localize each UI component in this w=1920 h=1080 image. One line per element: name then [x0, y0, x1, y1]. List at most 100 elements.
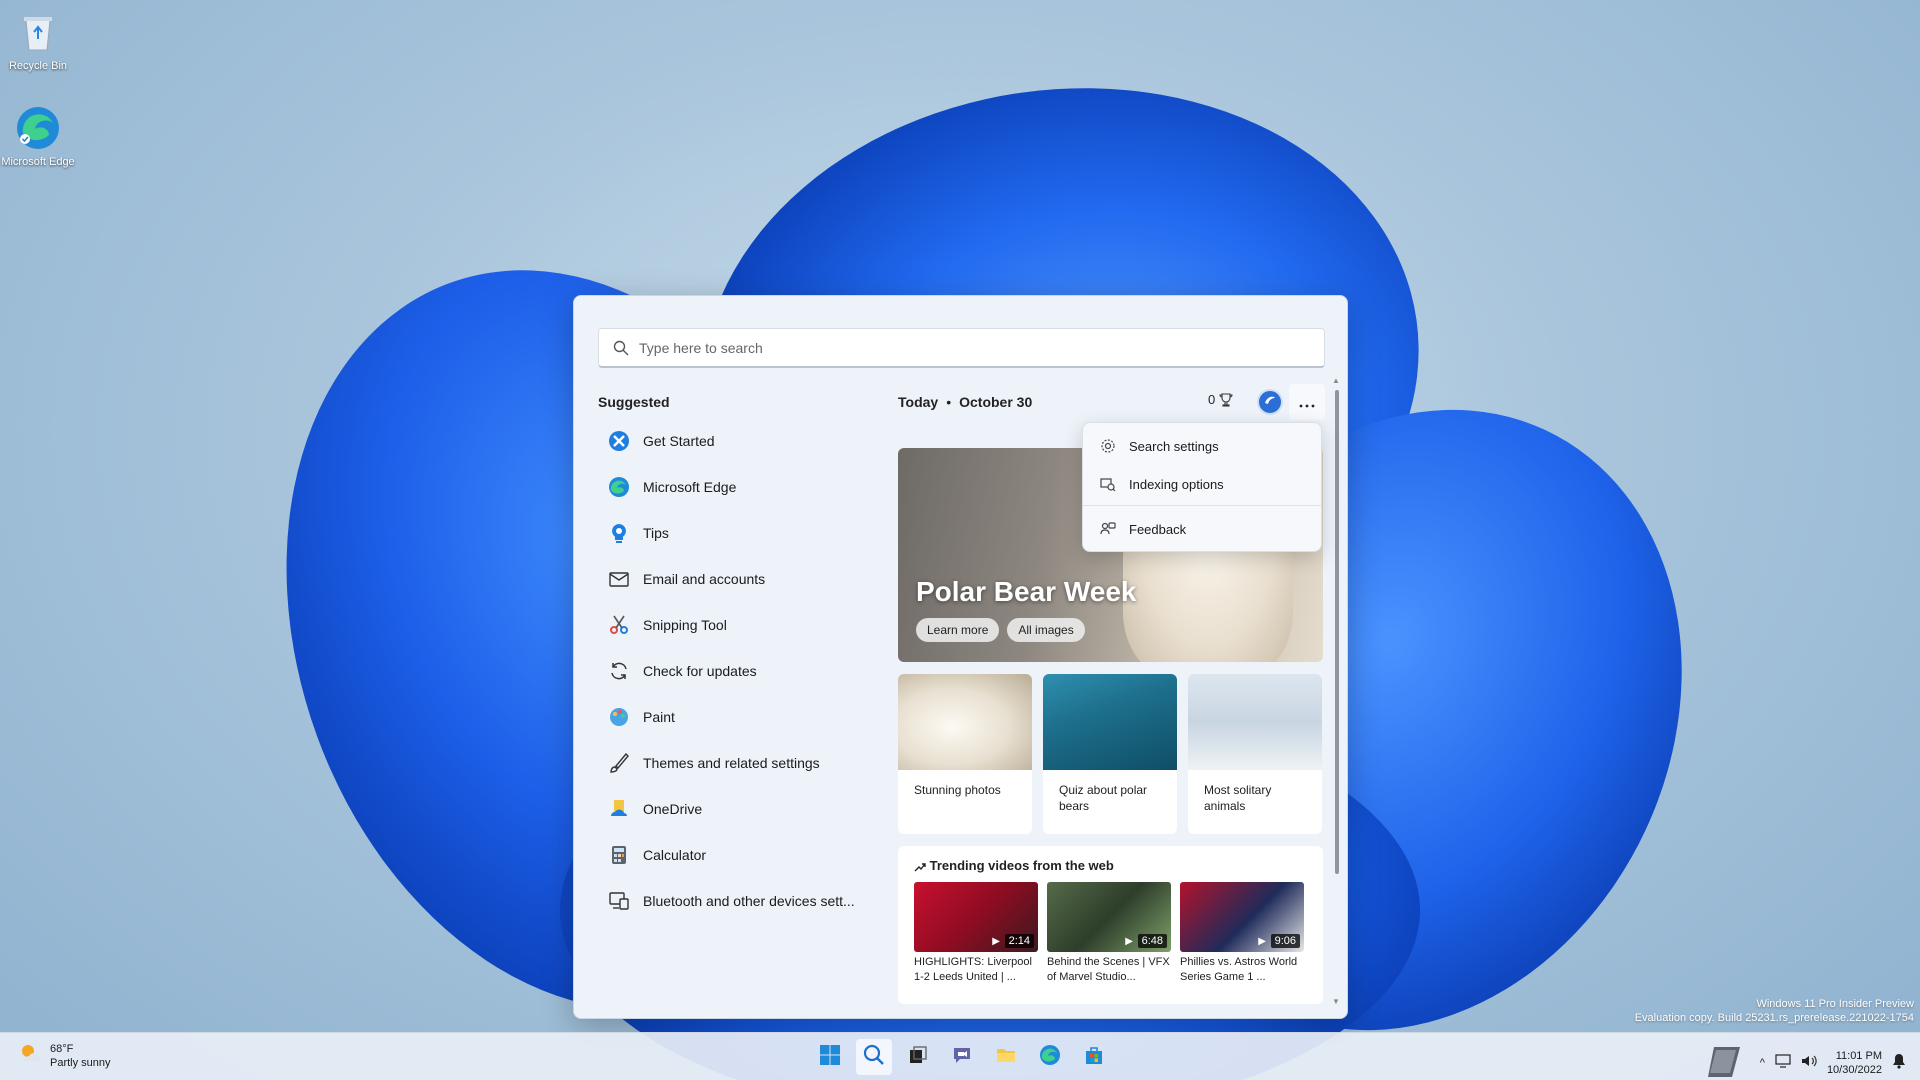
suggested-item-tips[interactable]: Tips	[598, 510, 868, 556]
taskbar: 68°F Partly sunny ^ 11:01 PM 10/30/2022	[0, 1032, 1920, 1080]
start-button[interactable]	[812, 1039, 848, 1075]
menu-item-indexing-options[interactable]: Indexing options	[1083, 465, 1321, 503]
menu-divider	[1083, 505, 1321, 506]
trending-title: Trending videos from the web	[914, 858, 1114, 873]
suggested-item-bluetooth[interactable]: Bluetooth and other devices sett...	[598, 878, 868, 924]
suggested-item-edge[interactable]: Microsoft Edge	[598, 464, 868, 510]
chevron-up-icon[interactable]: ^	[1760, 1057, 1765, 1069]
all-images-button[interactable]: All images	[1007, 618, 1085, 642]
rewards-points[interactable]: 0	[1208, 392, 1233, 407]
suggested-item-label: Microsoft Edge	[643, 479, 737, 495]
video-title: Behind the Scenes | VFX of Marvel Studio…	[1047, 956, 1170, 983]
watermark-line: Evaluation copy. Build 25231.rs_prerelea…	[1634, 1012, 1914, 1024]
recycle-bin-icon	[14, 8, 62, 56]
suggested-item-email-accounts[interactable]: Email and accounts	[598, 556, 868, 602]
teams-chat-button[interactable]	[944, 1039, 980, 1075]
video-item[interactable]: ▶ 6:48 Behind the Scenes | VFX of Marvel…	[1047, 882, 1171, 985]
notification-bell-icon[interactable]	[1892, 1053, 1906, 1072]
task-view-icon	[908, 1045, 928, 1070]
weather-desc: Partly sunny	[50, 1056, 111, 1069]
learn-more-button[interactable]: Learn more	[916, 618, 1000, 642]
search-icon	[863, 1044, 885, 1071]
get-started-icon	[607, 429, 631, 453]
card-solitary-animals[interactable]: Most solitary animals	[1188, 674, 1322, 834]
scrollbar-thumb[interactable]	[1335, 390, 1339, 874]
menu-item-label: Indexing options	[1129, 476, 1224, 492]
trending-icon	[914, 862, 926, 872]
book-icon	[1706, 1041, 1750, 1080]
more-options-button[interactable]	[1289, 384, 1325, 420]
suggested-item-onedrive[interactable]: OneDrive	[598, 786, 868, 832]
card-quiz[interactable]: Quiz about polar bears	[1043, 674, 1177, 834]
video-thumbnail: ▶ 9:06	[1180, 882, 1304, 952]
folder-icon	[995, 1044, 1017, 1071]
search-input[interactable]	[639, 339, 1279, 356]
video-thumbnail: ▶ 2:14	[914, 882, 1038, 952]
today-header: Today • October 30	[898, 394, 1033, 410]
menu-item-label: Search settings	[1129, 438, 1219, 454]
suggested-item-label: Bluetooth and other devices sett...	[643, 893, 855, 909]
store-icon	[1083, 1044, 1105, 1071]
edge-icon	[607, 475, 631, 499]
indexing-icon	[1099, 475, 1117, 493]
menu-item-label: Feedback	[1129, 521, 1187, 537]
video-item[interactable]: ▶ 2:14 HIGHLIGHTS: Liverpool 1-2 Leeds U…	[914, 882, 1038, 985]
taskbar-search-button[interactable]	[856, 1039, 892, 1075]
video-item[interactable]: ▶ 9:06 Phillies vs. Astros World Series …	[1180, 882, 1304, 985]
task-view-button[interactable]	[900, 1039, 936, 1075]
card-image	[1043, 674, 1177, 770]
edge-icon	[14, 104, 62, 152]
scroll-down-icon[interactable]: ▼	[1332, 997, 1340, 1006]
windows-logo-icon	[819, 1044, 841, 1071]
file-explorer-button[interactable]	[988, 1039, 1024, 1075]
suggested-item-get-started[interactable]: Get Started	[598, 418, 868, 464]
partly-sunny-icon	[18, 1041, 42, 1070]
suggested-item-check-updates[interactable]: Check for updates	[598, 648, 868, 694]
taskbar-apps	[812, 1039, 1112, 1075]
scroll-up-icon[interactable]: ▲	[1332, 376, 1340, 385]
options-menu: Search settings Indexing options Feedbac…	[1082, 422, 1322, 552]
paint-icon	[607, 705, 631, 729]
edge-taskbar-button[interactable]	[1032, 1039, 1068, 1075]
video-duration: 9:06	[1270, 934, 1300, 948]
video-duration: 6:48	[1137, 934, 1167, 948]
account-avatar-button[interactable]	[1257, 389, 1283, 415]
card-image	[1188, 674, 1322, 770]
edge-icon	[1039, 1044, 1061, 1071]
points-value: 0	[1208, 392, 1216, 407]
suggested-item-calculator[interactable]: Calculator	[598, 832, 868, 878]
card-label: Quiz about polar bears	[1059, 783, 1148, 813]
suggested-list: Get Started Microsoft Edge Tips Email an…	[598, 418, 868, 924]
hero-title: Polar Bear Week	[916, 576, 1137, 607]
suggested-item-themes[interactable]: Themes and related settings	[598, 740, 868, 786]
tips-icon	[607, 521, 631, 545]
store-button[interactable]	[1076, 1039, 1112, 1075]
desktop-icon-recycle-bin[interactable]: Recycle Bin	[0, 8, 76, 72]
menu-item-search-settings[interactable]: Search settings	[1083, 427, 1321, 465]
clock[interactable]: 11:01 PM 10/30/2022	[1827, 1049, 1882, 1077]
search-box[interactable]	[598, 328, 1325, 368]
menu-item-feedback[interactable]: Feedback	[1083, 510, 1321, 548]
trending-title-text: Trending videos from the web	[929, 858, 1114, 873]
desktop-icon-edge[interactable]: Microsoft Edge	[0, 104, 76, 168]
suggested-item-label: Snipping Tool	[643, 617, 727, 633]
weather-widget[interactable]: 68°F Partly sunny	[18, 1041, 111, 1070]
card-label: Most solitary animals	[1204, 783, 1272, 813]
volume-icon[interactable]	[1801, 1054, 1817, 1071]
scrollbar[interactable]: ▲ ▼	[1330, 376, 1344, 1006]
system-tray: ^ 11:01 PM 10/30/2022	[1706, 1041, 1906, 1080]
play-icon: ▶	[1258, 936, 1266, 947]
card-stunning-photos[interactable]: Stunning photos	[898, 674, 1032, 834]
video-title: Phillies vs. Astros World Series Game 1 …	[1180, 956, 1298, 983]
feedback-icon	[1099, 520, 1117, 538]
ellipsis-icon	[1299, 392, 1315, 413]
suggested-item-label: Paint	[643, 709, 675, 725]
suggested-item-snipping-tool[interactable]: Snipping Tool	[598, 602, 868, 648]
suggested-item-label: Get Started	[643, 433, 715, 449]
suggested-heading: Suggested	[598, 394, 670, 410]
network-icon[interactable]	[1775, 1054, 1791, 1071]
trending-videos: Trending videos from the web ▶ 2:14 HIGH…	[898, 846, 1323, 1004]
suggested-item-paint[interactable]: Paint	[598, 694, 868, 740]
snipping-tool-icon	[607, 613, 631, 637]
desktop-icon-label: Recycle Bin	[8, 60, 68, 72]
